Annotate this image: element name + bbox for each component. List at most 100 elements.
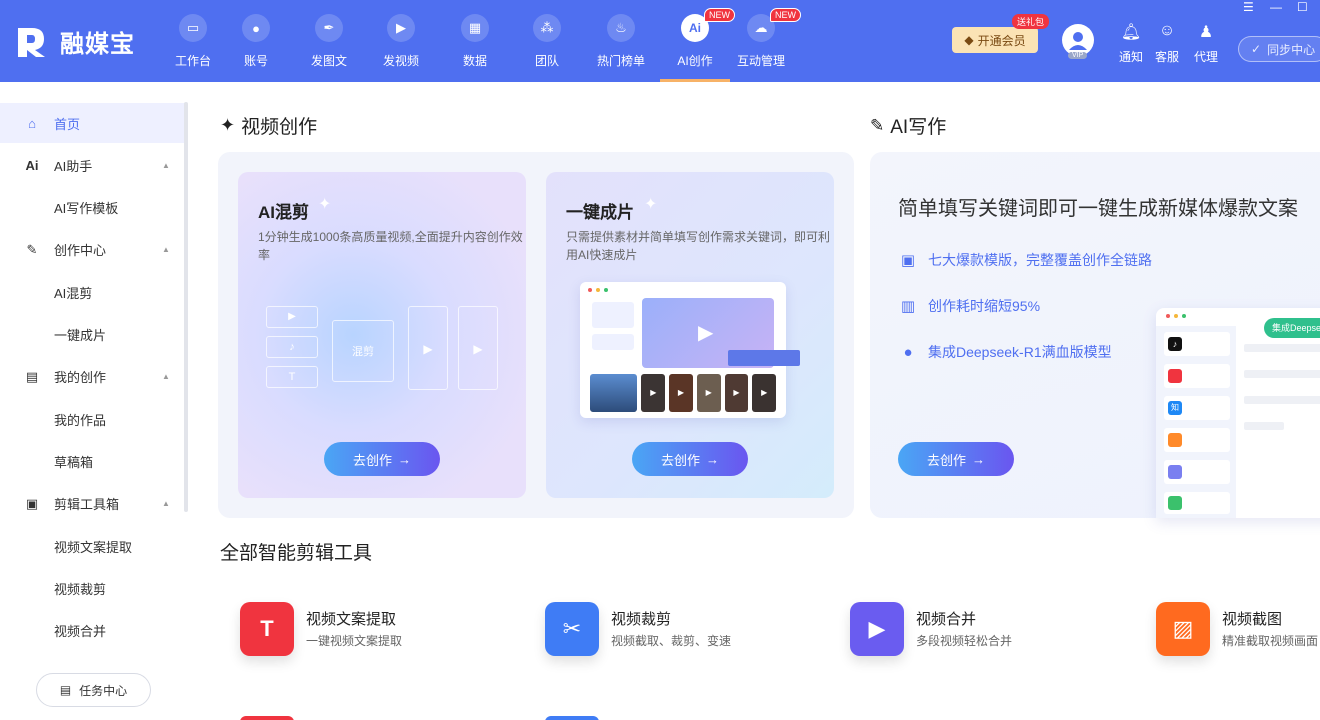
minimize-icon[interactable]: —	[1270, 0, 1282, 14]
tool-card-2[interactable]: ▶ 视频合并 多段视频轻松合并	[850, 600, 1110, 660]
feature-item: ▥ 创作耗时缩短95%	[898, 296, 1040, 316]
nav-label: 发视频	[382, 54, 419, 68]
team-icon: ⁂	[533, 14, 561, 42]
sidebar-item-label: 视频文案提取	[54, 539, 133, 555]
agent-button[interactable]: ♟ 代理	[1191, 22, 1221, 65]
nav-interaction[interactable]: ☁ NEW 互动管理	[726, 8, 801, 82]
maximize-icon[interactable]: ☐	[1297, 0, 1308, 14]
sidebar-item-1[interactable]: Ai AI助手 ▲	[0, 145, 186, 185]
sidebar-item-label: 视频裁剪	[54, 581, 107, 597]
tool-desc: 多段视频轻松合并	[916, 634, 1013, 648]
nav-ai-create[interactable]: Ai NEW AI创作	[660, 8, 735, 82]
tools-section-title: 全部智能剪辑工具	[220, 543, 373, 564]
nav-workbench[interactable]: ▭ 工作台	[158, 14, 228, 82]
tool-card-3[interactable]: ▨ 视频截图 精准截取视频画面	[1156, 600, 1320, 660]
feather-icon: ✒	[315, 14, 343, 42]
vip-label: 开通会员	[977, 33, 1026, 48]
sidebar-item-2[interactable]: AI写作模板	[0, 188, 186, 228]
feature-item: ▣ 七大爆款模版，完整覆盖创作全链路	[898, 250, 1152, 270]
mix-box: 混剪	[332, 320, 394, 382]
arrow-right-icon: →	[706, 451, 719, 467]
sidebar-item-4[interactable]: AI混剪	[0, 272, 186, 312]
nav-label: 账号	[243, 54, 268, 68]
notify-button[interactable]: 🔔︎ 通知	[1116, 22, 1146, 65]
play-icon: ▶	[387, 14, 415, 42]
sidebar-item-0[interactable]: ⌂ 首页	[0, 103, 186, 143]
sidebar-item-label: 草稿箱	[54, 454, 94, 470]
sidebar-item-label: 创作中心	[54, 243, 107, 259]
nav-post-video[interactable]: ▶ 发视频	[366, 14, 436, 82]
app-logo[interactable]: 融媒宝	[14, 22, 135, 60]
tool-desc: 视频截取、裁剪、变速	[611, 634, 732, 648]
deepseek-tag: 集成Deepse	[1264, 318, 1320, 338]
caret-up-icon[interactable]: ▲	[162, 499, 170, 508]
sidebar-item-7[interactable]: 我的作品	[0, 399, 186, 439]
nav-account[interactable]: ● 账号	[221, 14, 291, 82]
sidebar-item-12[interactable]: 视频合并	[0, 611, 186, 651]
sidebar-item-5[interactable]: 一键成片	[0, 315, 186, 355]
service-button[interactable]: ☺ 客服	[1152, 22, 1182, 65]
text-icon: T	[266, 366, 318, 388]
arrow-right-icon: →	[398, 451, 411, 467]
nav-post-article[interactable]: ✒ 发图文	[294, 14, 364, 82]
screenshot-icon: ▨	[1156, 602, 1210, 656]
sidebar-item-label: 视频合并	[54, 624, 107, 640]
open-vip-button[interactable]: ◆ 开通会员	[952, 27, 1038, 53]
sidebar-item-label: AI混剪	[54, 285, 93, 301]
next-row-icon	[240, 716, 294, 720]
gift-badge: 送礼包	[1012, 14, 1050, 29]
bell-icon: 🔔︎	[1120, 24, 1142, 41]
sidebar-item-3[interactable]: ✎ 创作中心 ▲	[0, 230, 186, 270]
ai-mix-illustration: ▶ ♪ T 混剪 ▶ ▶	[266, 306, 506, 396]
sidebar-item-label: 剪辑工具箱	[54, 497, 120, 513]
sidebar-item-label: 首页	[54, 116, 81, 132]
bulb-icon: ●	[903, 343, 913, 361]
music-icon: ♪	[266, 336, 318, 358]
scissors-icon: ✂	[545, 602, 599, 656]
avatar-vip-badge: VIP	[1068, 52, 1088, 59]
sidebar-scrollbar[interactable]	[184, 102, 188, 512]
task-center-button[interactable]: ▤ 任务中心	[36, 673, 151, 707]
caret-up-icon[interactable]: ▲	[162, 161, 170, 170]
tool-name: 视频文案提取	[306, 611, 397, 628]
sidebar-item-label: AI写作模板	[54, 201, 119, 217]
nav-data[interactable]: ▦ 数据	[440, 14, 510, 82]
caret-up-icon[interactable]: ▲	[162, 372, 170, 381]
home-icon: ⌂	[28, 115, 36, 131]
chart-icon: ▦	[461, 14, 489, 42]
fire-icon: ♨	[607, 14, 635, 42]
ai-mix-go-button[interactable]: 去创作 →	[324, 442, 440, 476]
ai-mix-title: AI混剪	[258, 203, 309, 222]
tool-desc: 一键视频文案提取	[306, 634, 403, 648]
tool-name: 视频合并	[916, 611, 977, 628]
ai-mix-card[interactable]: AI混剪 ✦ 1分钟生成1000条高质量视频,全面提升内容创作效率 ▶ ♪ T …	[238, 172, 526, 498]
task-list-icon: ▤	[59, 683, 72, 697]
next-row-icon	[545, 716, 599, 720]
nav-team[interactable]: ⁂ 团队	[512, 14, 582, 82]
play-icon: ▶	[408, 306, 448, 390]
sidebar-item-10[interactable]: 视频文案提取	[0, 526, 186, 566]
tool-card-1[interactable]: ✂ 视频裁剪 视频截取、裁剪、变速	[545, 600, 805, 660]
tool-name: 视频截图	[1222, 611, 1283, 628]
arrow-right-icon: →	[972, 451, 985, 467]
ai-writing-section-title: ✎ AI写作	[870, 115, 947, 139]
sync-center-button[interactable]: ✓ 同步中心	[1238, 36, 1320, 62]
play-icon: ▶	[266, 306, 318, 328]
one-click-card[interactable]: 一键成片 ✦ 只需提供素材并简单填写创作需求关键词，即可利用AI快速成片 ▶ ▶…	[546, 172, 834, 498]
ai-writing-headline: 简单填写关键词即可一键生成新媒体爆款文案	[898, 198, 1298, 220]
tool-card-0[interactable]: T 视频文案提取 一键视频文案提取	[240, 600, 500, 660]
nav-hot-list[interactable]: ♨ 热门榜单	[586, 14, 656, 82]
feature-item: ● 集成Deepseek-R1满血版模型	[898, 342, 1111, 362]
ai-writing-go-button[interactable]: 去创作 →	[898, 442, 1014, 476]
sidebar-item-8[interactable]: 草稿箱	[0, 441, 186, 481]
sparkle-icon: ✦	[318, 196, 332, 213]
sidebar-item-6[interactable]: ▤ 我的创作 ▲	[0, 357, 186, 397]
menu-icon[interactable]: ☰	[1243, 0, 1254, 14]
caret-up-icon[interactable]: ▲	[162, 245, 170, 254]
sidebar-item-11[interactable]: 视频裁剪	[0, 568, 186, 608]
document-icon: ▤	[25, 368, 39, 384]
nav-label: 工作台	[174, 54, 211, 68]
one-click-illustration: ▶ ▶ ▶ ▶ ▶ ▶	[580, 282, 800, 418]
sidebar-item-9[interactable]: ▣ 剪辑工具箱 ▲	[0, 484, 186, 524]
one-click-go-button[interactable]: 去创作 →	[632, 442, 748, 476]
